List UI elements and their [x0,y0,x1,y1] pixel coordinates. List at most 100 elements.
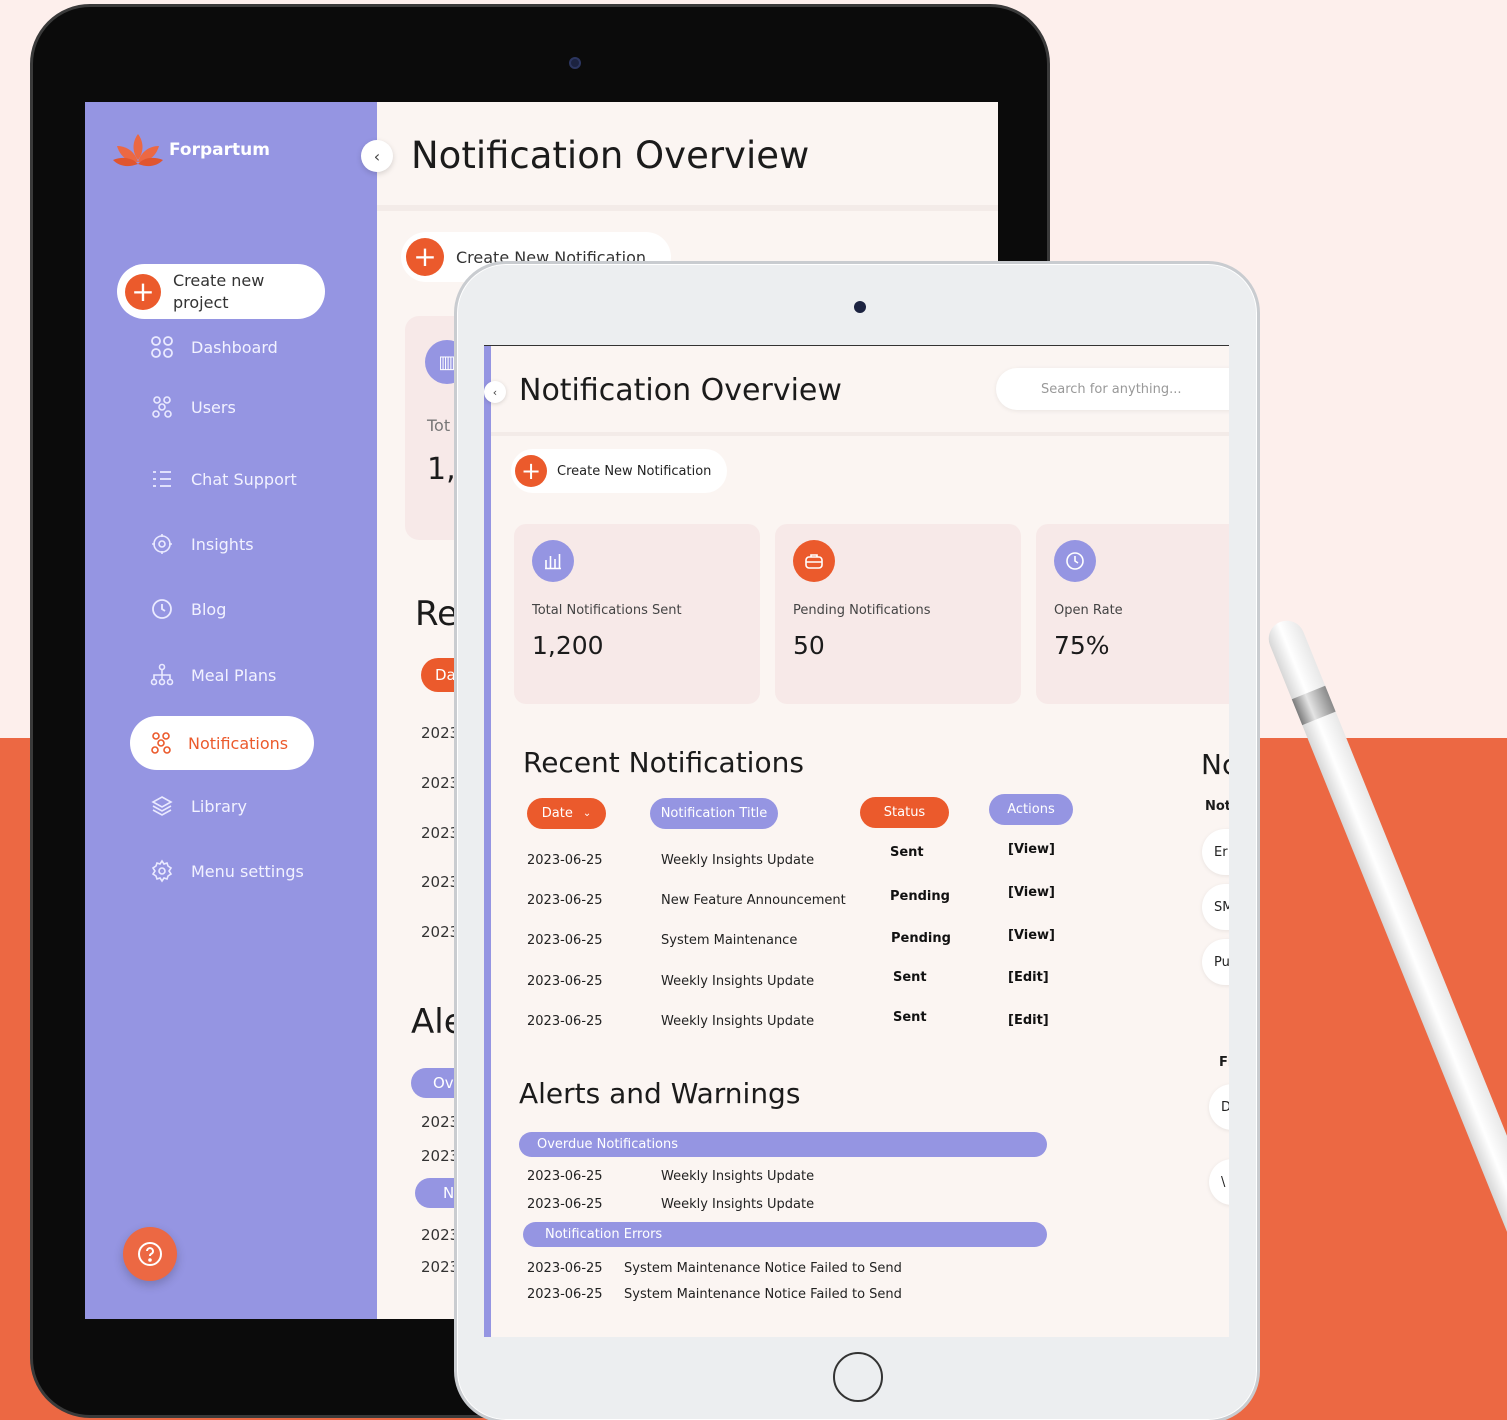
side-label: Fi [1219,1055,1229,1070]
stat-label: Open Rate [1054,603,1123,618]
brand-logo[interactable]: Forpartum [113,130,270,170]
stat-value: 75% [1054,631,1110,660]
create-project-button[interactable]: + Create new project [117,264,325,319]
sidebar-item-users[interactable]: Users [149,394,236,420]
stat-label: Pending Notifications [793,603,931,618]
hierarchy-icon [149,662,175,688]
sidebar-item-label: Library [191,796,247,816]
bar-chart-icon [532,540,574,582]
side-section-subtitle: Not [1205,799,1229,814]
stat-card-total: Total Notifications Sent 1,200 [514,524,760,704]
lotus-logo-icon [113,134,163,167]
stat-value: 50 [793,631,825,660]
table-cell-status: Sent [893,1010,927,1025]
notification-errors-pill: Notification Errors [523,1222,1047,1247]
stat-card-open-rate: Open Rate 75% [1036,524,1229,704]
section-title: Re [415,594,459,634]
sidebar-item-label: Chat Support [191,469,297,489]
page-title: Notification Overview [411,134,810,177]
sidebar-item-dashboard[interactable]: Dashboard [149,334,278,360]
edit-action-link[interactable]: [Edit] [1008,970,1049,985]
actions-header-pill[interactable]: Actions [989,794,1073,825]
plus-icon: + [515,455,547,487]
table-cell-status: Pending [891,931,951,946]
front-tablet-screen: ‹ Notification Overview Search for anyth… [484,345,1229,1337]
stat-label: Total Notifications Sent [532,603,682,618]
create-project-label: Create new project [173,270,265,312]
error-date: 2023-06-25 [527,1287,603,1302]
view-action-link[interactable]: [View] [1008,885,1055,900]
dashboard-icon [149,334,175,360]
create-notification-label: Create New Notification [557,463,712,479]
channel-chip[interactable]: Pu [1202,939,1229,985]
table-cell-title: Weekly Insights Update [661,1014,815,1029]
section-title-alerts: Alerts and Warnings [519,1077,801,1110]
edit-action-link[interactable]: [Edit] [1008,1013,1049,1028]
chevron-down-icon: ⌄ [582,808,592,819]
create-notification-button[interactable]: + Create New Notification [511,449,727,493]
search-input[interactable]: Search for anything... [996,368,1229,410]
camera-icon [854,301,866,313]
table-cell-date: 2023-06-25 [527,933,603,948]
section-title-recent: Recent Notifications [523,746,804,779]
help-button[interactable] [123,1227,177,1281]
status-header-pill[interactable]: Status [860,797,949,828]
sidebar-edge [484,346,491,1337]
sidebar-item-label: Insights [191,534,254,554]
error-title: System Maintenance Notice Failed to Send [624,1287,902,1302]
sidebar-item-chat-support[interactable]: Chat Support [149,466,297,492]
sidebar-item-notifications[interactable]: Notifications [130,716,314,770]
table-cell-title: Weekly Insights Update [661,853,815,868]
stat-card-pending: Pending Notifications 50 [775,524,1021,704]
error-date: 2023-06-25 [527,1261,603,1276]
channel-chip[interactable]: Er [1202,829,1229,875]
date-header-pill[interactable]: Date ⌄ [527,798,606,829]
camera-icon [569,57,581,69]
insights-icon [149,531,175,557]
plus-icon: + [125,273,161,310]
sidebar-item-label: Notifications [188,733,289,753]
plus-icon: + [406,238,444,276]
clock-icon [149,596,175,622]
sidebar-item-label: Meal Plans [191,665,277,685]
sidebar-item-menu-settings[interactable]: Menu settings [149,858,304,884]
view-action-link[interactable]: [View] [1008,928,1055,943]
table-cell-title: New Feature Announcement [661,893,846,908]
layers-icon [149,793,175,819]
page-title: Notification Overview [519,373,842,408]
table-cell-status: Sent [890,845,924,860]
filter-chip[interactable]: D [1209,1084,1229,1130]
question-icon [138,1242,162,1266]
sidebar-item-insights[interactable]: Insights [149,531,254,557]
sidebar-item-label: Users [191,397,236,417]
sidebar: Forpartum + Create new project Dashboard… [85,102,377,1319]
view-action-link[interactable]: [View] [1008,842,1055,857]
chat-support-icon [149,466,175,492]
side-section-title: Nc [1201,748,1229,781]
sidebar-item-blog[interactable]: Blog [149,596,226,622]
pencil-band [1291,685,1336,726]
sidebar-item-meal-plans[interactable]: Meal Plans [149,662,276,688]
title-header-pill[interactable]: Notification Title [650,798,778,829]
stat-label: Tot [427,416,451,435]
collapse-sidebar-button[interactable]: ‹ [484,381,506,403]
table-cell-status: Sent [893,970,927,985]
filter-chip[interactable]: \ [1209,1159,1229,1205]
channel-chip[interactable]: SM [1202,884,1229,930]
sidebar-item-label: Menu settings [191,861,304,881]
error-title: System Maintenance Notice Failed to Send [624,1261,902,1276]
brand-name: Forpartum [169,140,270,160]
header-divider [491,432,1229,436]
briefcase-icon [793,540,835,582]
alert-date: 2023-06-25 [527,1169,603,1184]
home-button[interactable] [833,1352,883,1402]
table-cell-title: Weekly Insights Update [661,974,815,989]
sidebar-item-label: Dashboard [191,337,278,357]
collapse-sidebar-button[interactable]: ‹ [361,140,393,172]
alert-title: Weekly Insights Update [661,1169,815,1184]
alert-date: 2023-06-25 [527,1197,603,1212]
users-icon [149,394,175,420]
sidebar-item-library[interactable]: Library [149,793,247,819]
stat-value: 1,200 [532,631,604,660]
table-cell-date: 2023-06-25 [527,893,603,908]
